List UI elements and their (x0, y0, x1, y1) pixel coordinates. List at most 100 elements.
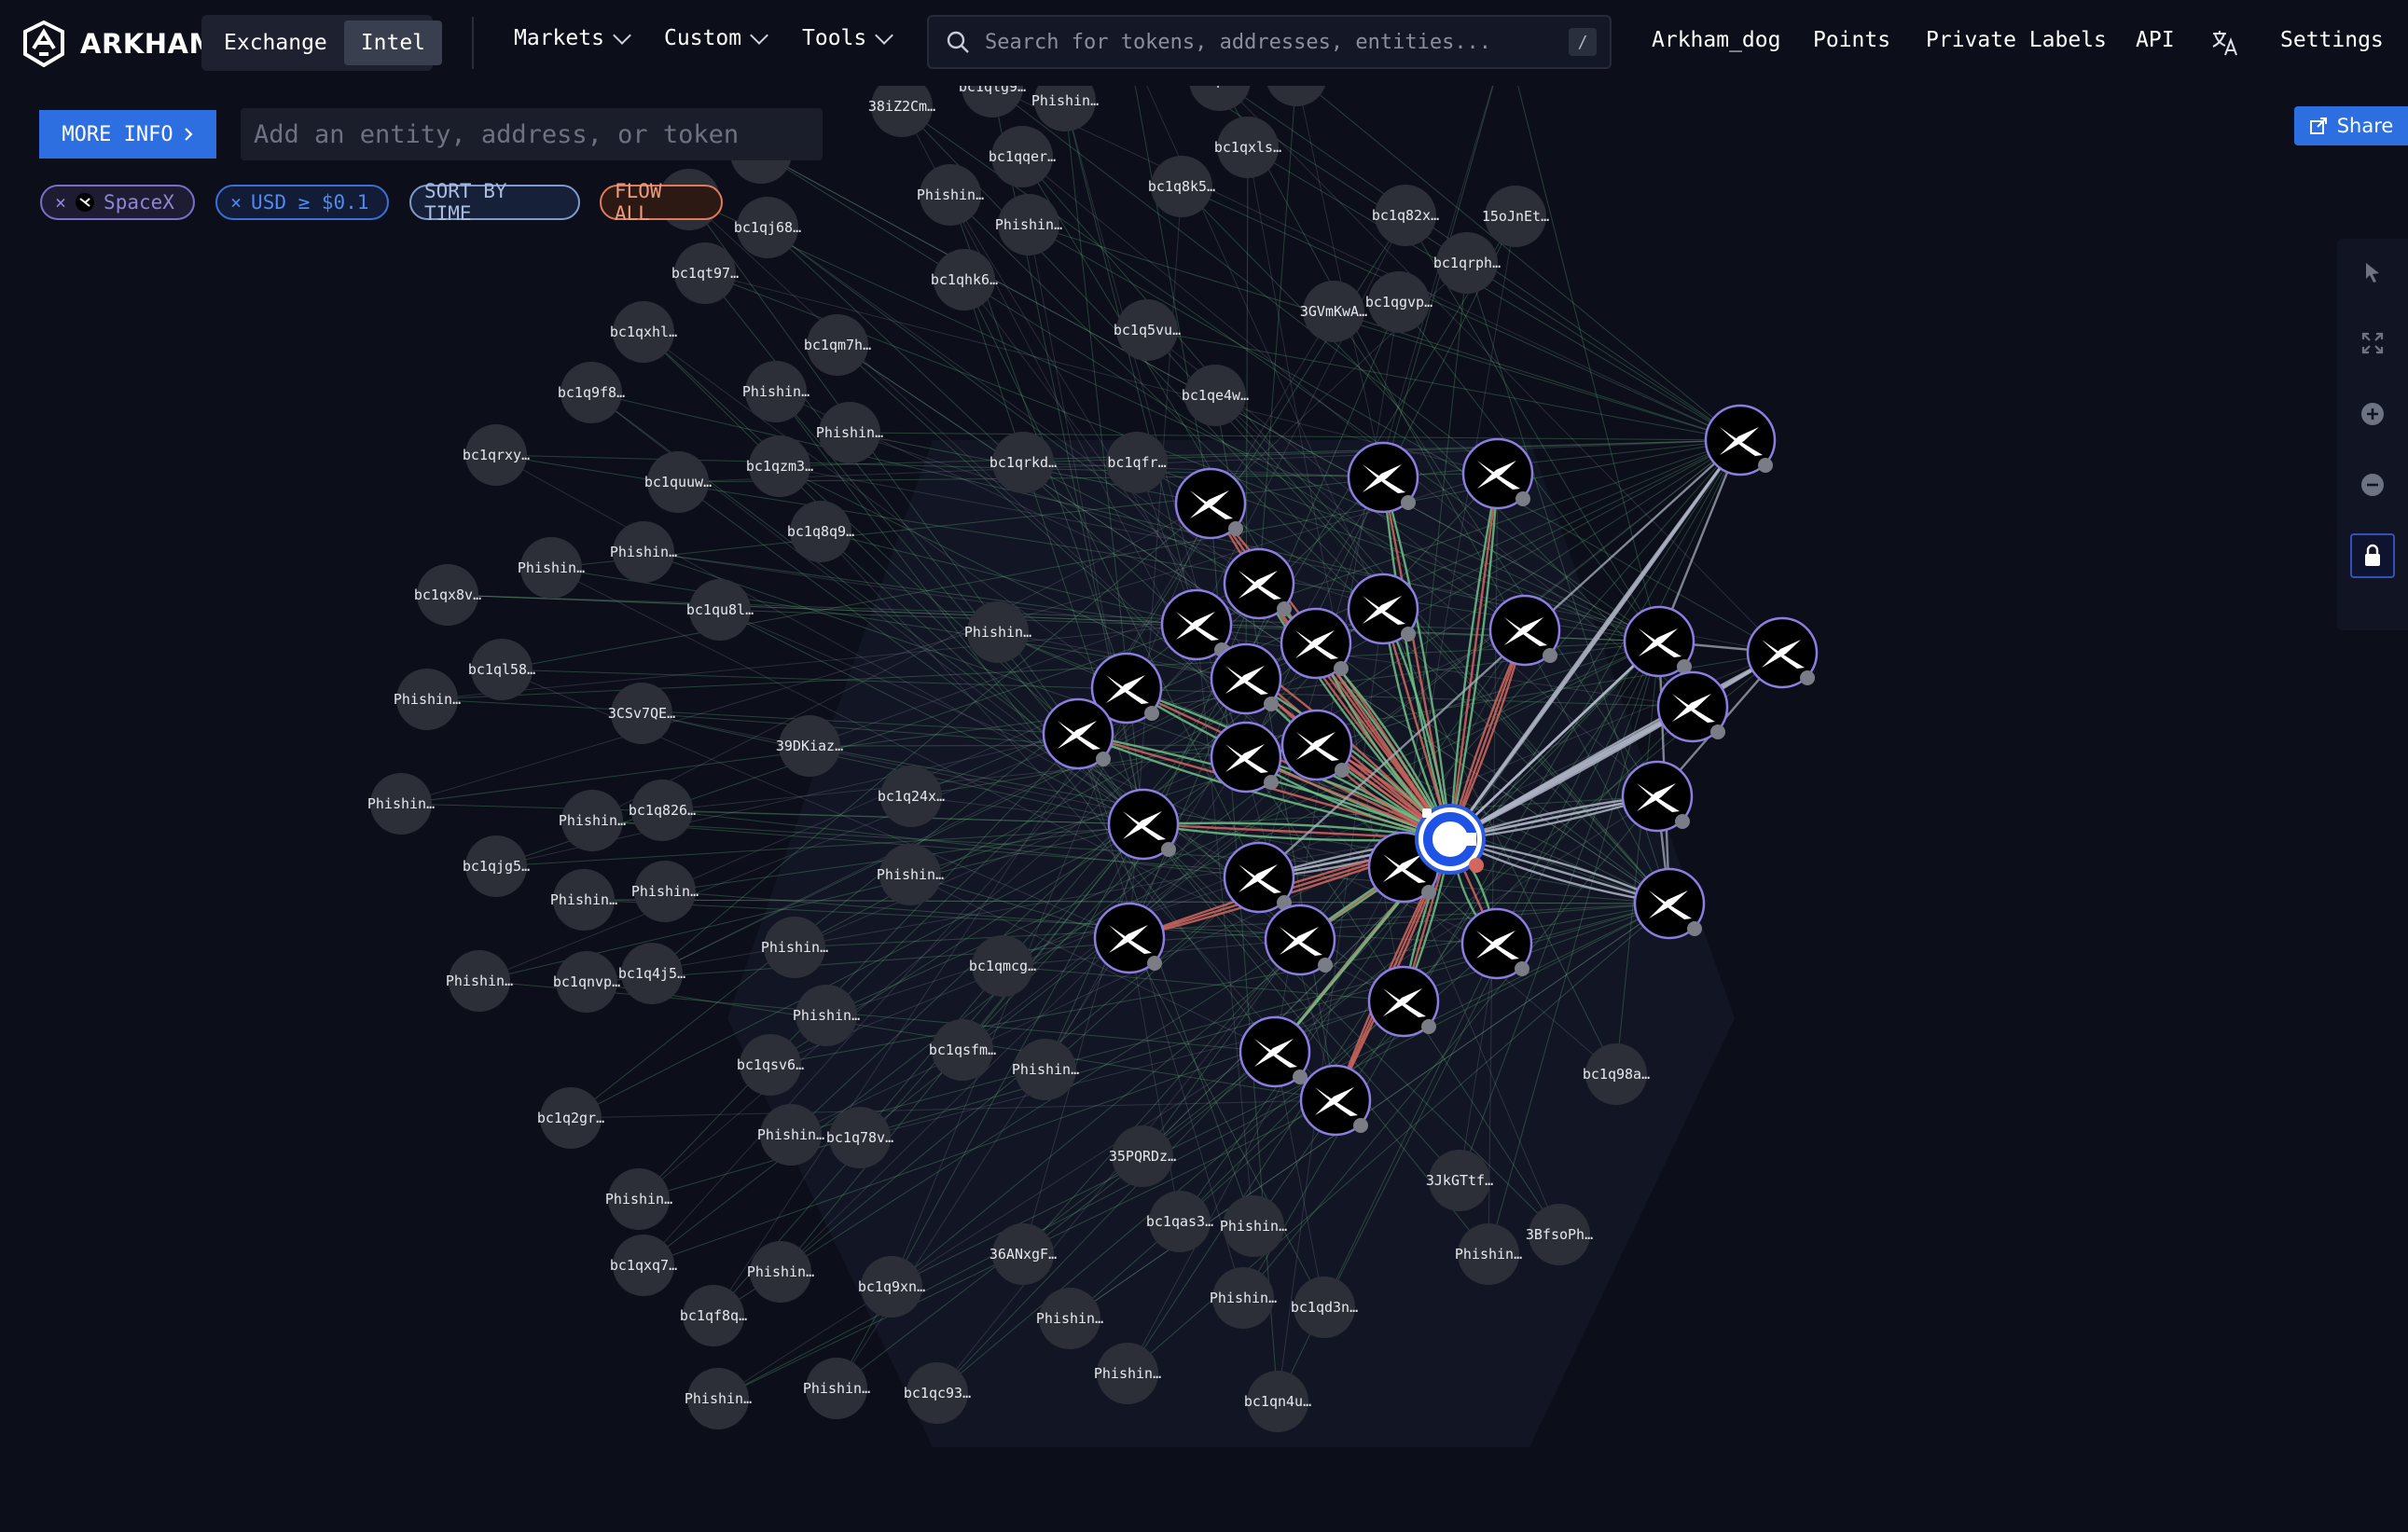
spacex-node[interactable] (1746, 616, 1819, 689)
spacex-node[interactable] (1107, 788, 1180, 861)
mode-exchange[interactable]: Exchange (207, 21, 344, 65)
close-icon[interactable]: × (55, 191, 66, 214)
link-user[interactable]: Arkham_dog (1652, 28, 1780, 52)
spacex-node[interactable] (1093, 902, 1166, 974)
spacex-node[interactable] (1460, 907, 1533, 980)
zoom-out-button[interactable] (2350, 462, 2395, 507)
address-node[interactable]: Phishin… (803, 1358, 870, 1419)
spacex-node[interactable] (1223, 547, 1295, 620)
spacex-node[interactable] (1280, 709, 1353, 781)
spacex-node[interactable] (1299, 1064, 1372, 1137)
spacex-node[interactable] (1223, 841, 1295, 914)
address-node[interactable]: bc1qrxy… (463, 424, 530, 486)
filter-chip-usd[interactable]: × USD ≥ $0.1 (215, 185, 389, 220)
address-node[interactable]: bc1qwvd… (1263, 86, 1330, 106)
spacex-node[interactable] (1633, 867, 1706, 940)
address-node[interactable]: bc1qt97… (671, 242, 739, 304)
address-node[interactable]: Phishin… (816, 402, 883, 463)
address-node[interactable]: Phishin… (631, 861, 699, 922)
address-node[interactable]: Phishin… (742, 361, 810, 422)
fit-view-button[interactable] (2350, 321, 2395, 366)
more-info-button[interactable]: MORE INFO (39, 110, 216, 159)
link-settings[interactable]: Settings (2280, 28, 2384, 52)
address-node[interactable]: bc1ql58… (468, 639, 535, 700)
close-icon[interactable]: × (230, 191, 242, 214)
address-node[interactable]: Phishin… (610, 521, 677, 583)
address-node[interactable]: bc1q2gr… (537, 1087, 604, 1149)
address-node[interactable]: bc1q9f8… (558, 362, 625, 423)
address-node[interactable]: bc1q826… (629, 780, 696, 841)
address-node[interactable]: bc1q82x… (1372, 185, 1439, 246)
node-badge (1161, 842, 1176, 857)
spacex-node[interactable] (1367, 965, 1440, 1038)
address-node[interactable]: bc1qjg5… (463, 835, 530, 897)
address-node[interactable]: Phishin… (367, 773, 435, 835)
spacex-node[interactable] (1656, 670, 1729, 743)
address-node[interactable]: Phishin… (446, 950, 513, 1012)
address-node[interactable]: bc1qxq7… (610, 1235, 677, 1296)
address-node[interactable]: Phishin… (559, 790, 626, 851)
address-node[interactable]: 15oJnEt… (1482, 186, 1549, 247)
address-node[interactable]: 38iZ2Cm… (868, 86, 935, 137)
address-node[interactable]: Phishin… (518, 537, 585, 599)
address-node[interactable]: Phishin… (394, 669, 461, 730)
address-node[interactable]: bc1q5vu… (1114, 299, 1181, 361)
spacex-node[interactable] (1621, 760, 1694, 833)
address-node[interactable]: bc1qj68… (734, 197, 801, 258)
address-node[interactable]: bc1qu8l… (686, 579, 754, 641)
spacex-node[interactable] (1042, 697, 1114, 770)
menu-tools[interactable]: Tools (802, 26, 894, 50)
spacex-node[interactable] (1280, 607, 1352, 680)
spacex-node[interactable] (1239, 1015, 1311, 1088)
search-input[interactable] (970, 29, 1569, 55)
spacex-node[interactable] (1210, 721, 1282, 794)
address-node[interactable]: Phishin… (550, 869, 617, 931)
mode-intel[interactable]: Intel (343, 21, 443, 65)
address-node[interactable]: Phishin… (917, 164, 984, 226)
address-node[interactable]: bc1q4j5… (618, 943, 685, 1004)
address-node[interactable]: bc1qlg9… (959, 86, 1026, 117)
spacex-node[interactable] (1347, 573, 1419, 645)
address-node[interactable]: bc1qfr… (1106, 432, 1168, 493)
address-node[interactable]: Phishin… (685, 1368, 752, 1429)
logo[interactable]: ARKHAM (21, 21, 216, 67)
add-entity-input[interactable] (241, 108, 823, 160)
address-node[interactable]: Phishin… (605, 1168, 672, 1230)
address-node[interactable]: bc1qnvp… (553, 951, 620, 1013)
spacex-node[interactable] (1174, 467, 1247, 540)
filter-chip-entity[interactable]: × SpaceX (40, 185, 195, 220)
address-node[interactable]: 3CSv7QE… (608, 683, 675, 744)
share-button[interactable]: Share (2294, 106, 2408, 145)
link-api[interactable]: API (2136, 28, 2175, 52)
address-node[interactable]: 3GVmKwA… (1300, 281, 1367, 342)
spacex-node[interactable] (1623, 605, 1695, 678)
menu-markets[interactable]: Markets (514, 26, 631, 50)
address-node-label: bc1qxls… (1214, 139, 1281, 156)
link-private-labels[interactable]: Private Labels (1926, 28, 2107, 52)
link-points[interactable]: Points (1813, 28, 1890, 52)
address-node[interactable]: bc1qx8v… (414, 564, 481, 626)
flow-all-chip[interactable]: FLOW ALL (600, 180, 723, 225)
address-node[interactable]: bc1qxls… (1214, 117, 1281, 178)
spacex-node[interactable] (1210, 642, 1282, 715)
address-node[interactable]: bc1qf8q… (680, 1285, 747, 1346)
spacex-node[interactable] (1347, 441, 1419, 514)
address-node[interactable]: bc1qdsz… (1186, 86, 1253, 111)
spacex-node[interactable] (1488, 594, 1561, 667)
address-node[interactable]: bc1qqer… (989, 126, 1056, 187)
address-node-label: bc1qsv6… (737, 1056, 804, 1073)
spacex-node[interactable] (1264, 904, 1336, 976)
entity-graph[interactable]: bc1qdf7…1Cpcu4d…bc1qlg9…bc1qdsz…bc1qwvd…… (0, 86, 2408, 1532)
address-node[interactable]: Phishin… (995, 194, 1062, 255)
translate-icon[interactable] (2210, 28, 2240, 58)
sort-by-time-chip[interactable]: SORT BY TIME (409, 180, 580, 225)
coinbase-hub[interactable] (1415, 804, 1486, 875)
pointer-tool[interactable] (2350, 250, 2395, 295)
spacex-node[interactable] (1461, 437, 1534, 510)
lock-layout-button[interactable] (2350, 533, 2395, 578)
zoom-in-button[interactable] (2350, 392, 2395, 436)
spacex-node[interactable] (1160, 588, 1233, 661)
address-node[interactable]: bc1qzm3… (746, 435, 813, 497)
menu-custom[interactable]: Custom (664, 26, 768, 50)
spacex-node[interactable] (1704, 404, 1777, 476)
